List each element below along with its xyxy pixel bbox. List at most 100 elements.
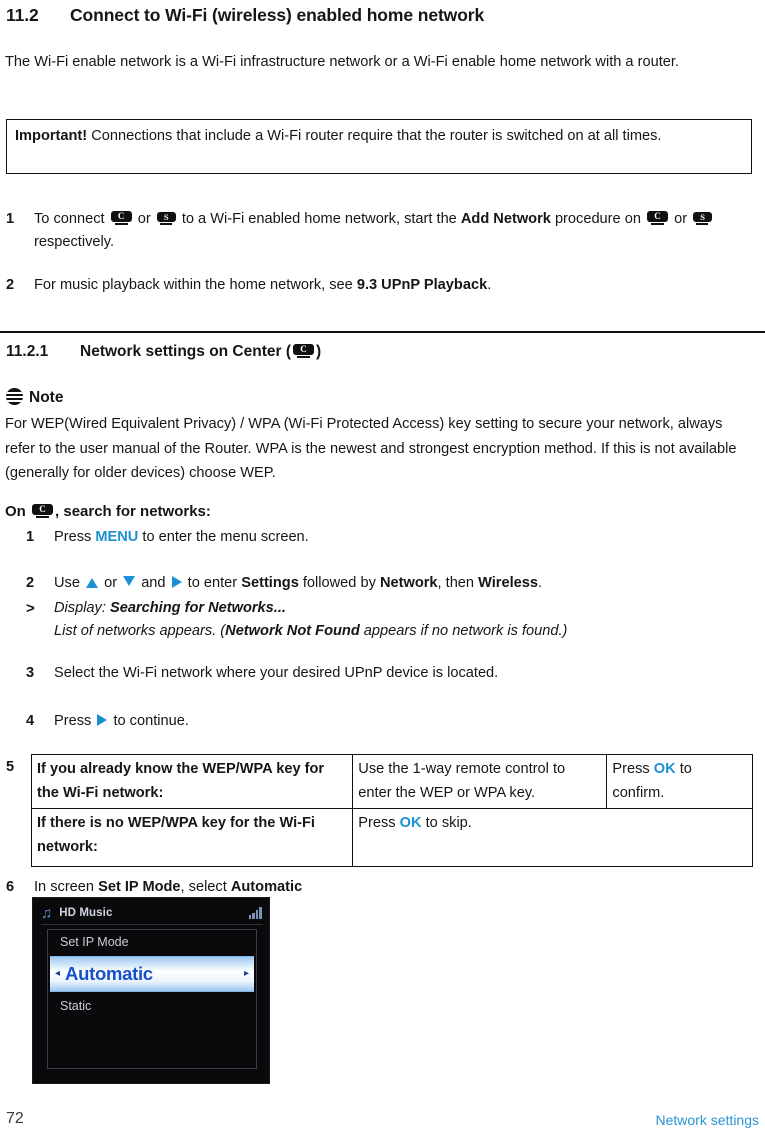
action-before: Press (358, 815, 396, 831)
list-item-display: > Display: Searching for Networks... Lis… (26, 597, 756, 643)
important-label: Important! (15, 128, 88, 144)
step-text: Select the Wi-Fi network where your desi… (54, 665, 499, 681)
device-menu-panel: Set IP Mode ◂ Automatic ▸ Static (47, 929, 257, 1069)
step-text-part: . (538, 575, 543, 591)
step-text-part: procedure on (554, 211, 641, 227)
step-text: Use or and to enter Settings followed by… (54, 572, 756, 595)
page-title: 11.2 Connect to Wi-Fi (wireless) enabled … (6, 5, 484, 26)
device-option-static[interactable]: Static (60, 999, 91, 1013)
step-bold-term: Wireless (478, 575, 539, 591)
step-bold-term: Automatic (230, 879, 303, 895)
list-item: 2 Use or and to enter Settings followed … (26, 572, 756, 595)
step-bold-term: Network (379, 575, 438, 591)
step-marker: 4 (26, 713, 35, 729)
center-device-icon: C (110, 211, 132, 226)
page-number: 72 (6, 1110, 24, 1127)
footer-section-label: Network settings (655, 1112, 759, 1128)
step-bold-term: Settings (241, 575, 299, 591)
music-note-icon: ♫ (41, 904, 53, 922)
step-text-part: or (104, 575, 118, 591)
step-text-part: to enter the menu screen. (142, 529, 309, 545)
on-line-prefix: On (5, 503, 26, 520)
triangle-right-icon (171, 576, 182, 588)
step-text: To connect C or S to a Wi-Fi enabled hom… (34, 208, 758, 254)
step-text-part: or (674, 211, 688, 227)
list-item: 6 In screen Set IP Mode, select Automati… (6, 876, 746, 899)
section-title: Connect to Wi-Fi (wireless) enabled home… (70, 5, 485, 25)
display-sub-bold: Network Not Found (225, 623, 360, 639)
wep-wpa-table: If you already know the WEP/WPA key for … (30, 754, 753, 867)
note-text: For WEP(Wired Equivalent Privacy) / WPA … (5, 416, 737, 481)
step-marker: 6 (6, 879, 15, 895)
step-text-part: and (141, 575, 166, 591)
device-screen-title: HD Music (59, 907, 113, 919)
step-text-part: Press (54, 529, 92, 545)
display-sub-before: List of networks appears. ( (54, 623, 226, 639)
chevron-right-icon[interactable]: ▸ (239, 969, 254, 979)
table-cell-condition: If there is no WEP/WPA key for the Wi-Fi… (30, 808, 354, 867)
action-after: to skip. (425, 815, 472, 831)
step-text-part: , select (180, 879, 227, 895)
step-text-part: Use (54, 575, 80, 591)
station-device-icon: S (693, 212, 713, 226)
important-text: Connections that include a Wi-Fi router … (91, 128, 662, 144)
subsection-heading: 11.2.1 Network settings on Center (C) (6, 343, 321, 361)
step-text-part: to continue. (113, 713, 189, 729)
manual-page: 11.2 Connect to Wi-Fi (wireless) enabled … (0, 0, 765, 1134)
result-before: Press (612, 761, 650, 777)
step-text-part: to enter (187, 575, 238, 591)
list-item: 4 Press to continue. (26, 710, 756, 733)
step-text: Press to continue. (54, 710, 756, 733)
step-text-part: to a Wi-Fi enabled home network, start t… (181, 211, 457, 227)
subsection-number: 11.2.1 (6, 343, 49, 360)
step-text: In screen Set IP Mode, select Automatic (34, 876, 746, 899)
center-device-icon: C (32, 504, 54, 519)
step-bold-term: Set IP Mode (98, 879, 181, 895)
step-marker: 1 (26, 529, 35, 545)
note-icon (6, 388, 23, 405)
ok-key-label: OK (653, 761, 676, 777)
display-label: Display: (54, 600, 106, 616)
step-text-part: . (487, 277, 492, 293)
step-bold-term: Add Network (460, 211, 551, 227)
device-screen-header: ♫ HD Music (41, 902, 263, 925)
intro-paragraph: The Wi-Fi enable network is a Wi-Fi infr… (5, 54, 679, 70)
subsection-title: Network settings on Center ( (80, 343, 291, 360)
step-text: For music playback within the home netwo… (34, 274, 758, 297)
chevron-left-icon[interactable]: ◂ (50, 969, 65, 979)
step-text-part: followed by (302, 575, 376, 591)
step-bold-term: 9.3 UPnP Playback (356, 277, 488, 293)
device-selected-option[interactable]: ◂ Automatic ▸ (50, 956, 254, 992)
signal-bars-icon (249, 907, 263, 919)
step-text-part: Press (54, 713, 92, 729)
list-item: 2 For music playback within the home net… (6, 274, 758, 297)
center-device-icon: C (293, 344, 314, 359)
step-text: Press MENU to enter the menu screen. (54, 526, 756, 549)
center-device-icon: C (647, 211, 669, 226)
triangle-down-icon (123, 576, 136, 586)
important-callout: Important! Connections that include a Wi… (6, 119, 752, 174)
step-text-part: respectively. (34, 234, 115, 250)
on-line-suffix: , search for networks: (55, 503, 211, 520)
step-marker: 2 (26, 575, 35, 591)
device-screenshot: ♫ HD Music Set IP Mode ◂ Automatic ▸ Sta… (32, 897, 270, 1084)
step-marker: 3 (26, 665, 35, 681)
search-networks-heading: On C, search for networks: (5, 503, 211, 520)
step-text: Display: Searching for Networks... List … (54, 597, 756, 643)
table-row: If you already know the WEP/WPA key for … (30, 754, 753, 809)
step-text-part: To connect (34, 211, 105, 227)
triangle-up-icon (86, 578, 99, 588)
ok-key-label: OK (399, 815, 422, 831)
list-item: 3 Select the Wi-Fi network where your de… (26, 662, 756, 685)
section-number: 11.2 (6, 5, 39, 25)
menu-key-label: MENU (95, 529, 139, 545)
list-item: 1 To connect C or S to a Wi-Fi enabled h… (6, 208, 758, 254)
display-sub-after: appears if no network is found.) (359, 623, 568, 639)
table-cell-action: Press OK to skip. (352, 808, 753, 867)
display-value: Searching for Networks... (109, 600, 286, 616)
device-menu-label: Set IP Mode (60, 935, 129, 949)
device-selected-value: Automatic (65, 963, 153, 984)
step-marker: 2 (6, 277, 15, 293)
step-marker: 5 (6, 759, 15, 775)
table-row: If there is no WEP/WPA key for the Wi-Fi… (30, 808, 753, 867)
